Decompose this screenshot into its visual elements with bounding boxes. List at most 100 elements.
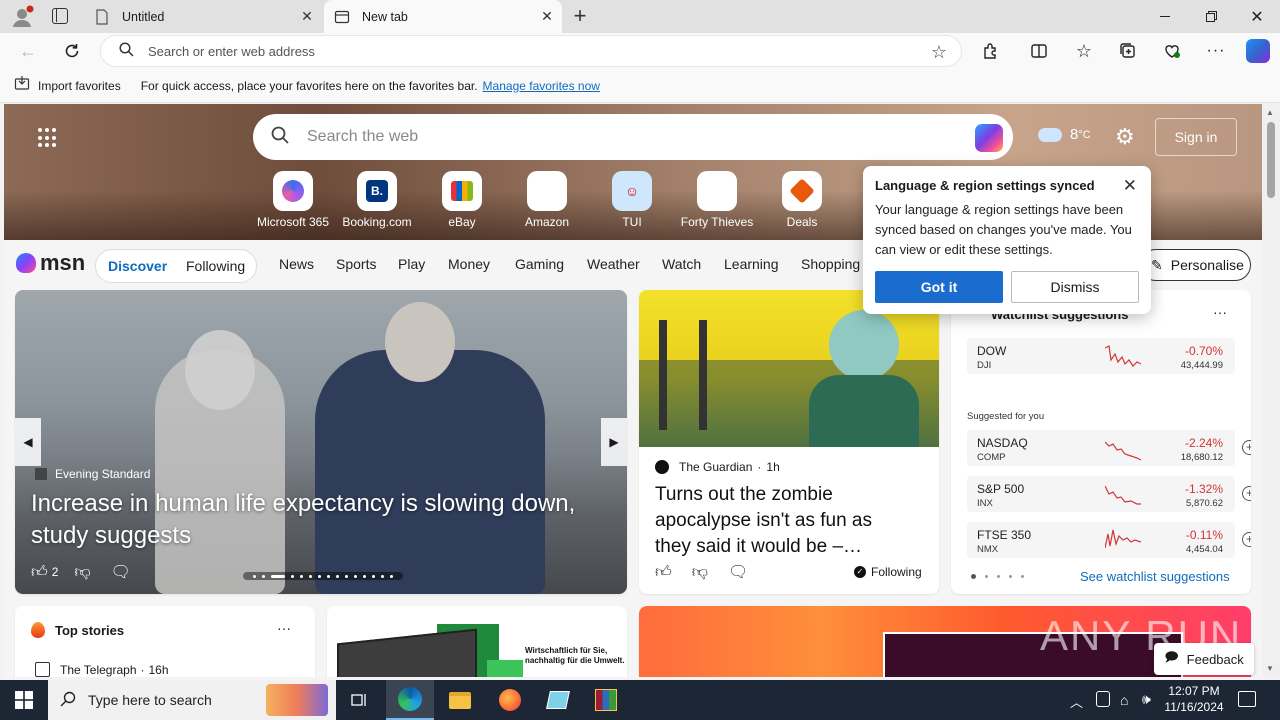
quick-link-booking[interactable]: B. Booking.com	[337, 171, 417, 229]
tray-wifi-icon[interactable]: ⌂	[1120, 692, 1128, 708]
profile-icon[interactable]	[10, 5, 34, 29]
close-tab-icon[interactable]: ✕	[540, 9, 554, 23]
got-it-button[interactable]: Got it	[875, 271, 1003, 303]
task-view-icon[interactable]	[336, 680, 384, 720]
zombie-story-card[interactable]: The Guardian · 1h Turns out the zombie a…	[639, 290, 939, 594]
fire-icon	[31, 622, 45, 638]
restore-button[interactable]	[1188, 0, 1234, 33]
tab-following[interactable]: Following	[186, 258, 245, 274]
nav-shopping[interactable]: Shopping	[801, 256, 860, 272]
tray-chevron-icon[interactable]: ︿	[1070, 692, 1083, 711]
quick-link-amazon[interactable]: a Amazon	[507, 171, 587, 229]
nav-learning[interactable]: Learning	[724, 256, 779, 272]
tab-discover[interactable]: Discover	[108, 258, 167, 274]
add-to-watchlist-icon[interactable]: +	[1242, 532, 1251, 547]
carousel-next-button[interactable]: ▶	[601, 418, 627, 466]
msn-logo[interactable]: msn	[16, 250, 85, 276]
nav-gaming[interactable]: Gaming	[515, 256, 564, 272]
weather-widget[interactable]: 8 °C	[1038, 126, 1091, 143]
collections-icon[interactable]	[1118, 41, 1138, 61]
vertical-scrollbar[interactable]: ▲ ▼	[1262, 104, 1280, 677]
copilot-search-icon[interactable]	[975, 124, 1003, 152]
tray-volume-icon[interactable]: 🕪	[1142, 691, 1151, 708]
address-bar[interactable]: Search or enter web address ☆	[100, 35, 962, 67]
tab-actions-icon[interactable]	[52, 8, 68, 24]
nav-play[interactable]: Play	[398, 256, 425, 272]
nav-weather[interactable]: Weather	[587, 256, 640, 272]
thumbs-up-icon[interactable]: 👍︎	[31, 563, 48, 582]
favorite-star-icon[interactable]: ☆	[931, 42, 947, 63]
quick-link-microsoft365[interactable]: Microsoft 365	[253, 171, 333, 229]
manage-favorites-link[interactable]: Manage favorites now	[483, 79, 600, 93]
notifications-icon[interactable]	[1238, 691, 1256, 707]
favorites-icon[interactable]: ☆	[1074, 41, 1094, 61]
nav-sports[interactable]: Sports	[336, 256, 376, 272]
tab-new-tab[interactable]: New tab ✕	[324, 0, 562, 33]
hide-comments-icon[interactable]: 🗨︎	[728, 562, 748, 582]
dismiss-button[interactable]: Dismiss	[1011, 271, 1139, 303]
stock-row-nasdaq[interactable]: NASDAQ COMP -2.24% 18,680.12 +	[967, 430, 1251, 466]
refresh-icon[interactable]	[62, 41, 82, 61]
nav-money[interactable]: Money	[448, 256, 490, 272]
edge-taskbar-icon[interactable]	[386, 680, 434, 720]
web-search-input[interactable]: Search the web	[253, 114, 1013, 160]
thumbs-down-icon[interactable]: 👎︎	[692, 563, 708, 582]
firefox-icon[interactable]	[486, 680, 534, 720]
top-stories-title[interactable]: Top stories	[55, 623, 124, 638]
tray-network-icon[interactable]	[1096, 691, 1110, 707]
add-to-watchlist-icon[interactable]: +	[1242, 440, 1251, 455]
personalise-button[interactable]: ✎ Personalise	[1140, 249, 1251, 281]
top-stories-more-icon[interactable]: ···	[277, 620, 291, 636]
clock[interactable]: 12:07 PM 11/16/2024	[1164, 683, 1224, 715]
stock-row-dow[interactable]: DOW DJI -0.70% 43,444.99	[967, 338, 1235, 374]
quick-link-ebay[interactable]: eBay	[422, 171, 502, 229]
notepad-icon[interactable]	[534, 680, 582, 720]
thumbs-up-icon[interactable]: 👍︎	[655, 563, 672, 582]
popup-close-icon[interactable]: ✕	[1123, 176, 1137, 196]
settings-gear-icon[interactable]: ⚙	[1115, 124, 1135, 150]
scroll-thumb[interactable]	[1267, 122, 1275, 198]
hero-story-card[interactable]: ◀ ▶ Evening Standard Increase in human l…	[15, 290, 627, 594]
taskbar-search-input[interactable]: Type here to search	[48, 680, 336, 720]
stock-row-sp500[interactable]: S&P 500 INX -1.32% 5,870.62 +	[967, 476, 1251, 512]
ad-card[interactable]: Wirtschaftlich für Sie, nachhaltig für d…	[327, 606, 627, 677]
watchlist-more-icon[interactable]: ···	[1213, 304, 1227, 320]
copilot-icon[interactable]	[1246, 39, 1270, 63]
tab-untitled[interactable]: Untitled ✕	[84, 0, 322, 33]
new-tab-button[interactable]: +	[568, 4, 592, 28]
file-explorer-icon[interactable]	[436, 680, 484, 720]
add-to-watchlist-icon[interactable]: +	[1242, 486, 1251, 501]
sign-in-button[interactable]: Sign in	[1155, 118, 1237, 156]
browser-essentials-icon[interactable]	[1162, 41, 1182, 61]
import-favorites-button[interactable]: Import favorites	[38, 79, 121, 93]
carousel-prev-button[interactable]: ◀	[15, 418, 41, 466]
hero-headline[interactable]: Increase in human life expectancy is slo…	[31, 488, 611, 552]
following-indicator[interactable]: ✓ Following	[854, 565, 922, 579]
extensions-icon[interactable]	[981, 41, 1001, 61]
quick-link-forty-thieves[interactable]: ⚔ Forty Thieves	[677, 171, 757, 229]
minimize-button[interactable]	[1142, 0, 1188, 33]
see-watchlist-link[interactable]: See watchlist suggestions	[1080, 569, 1230, 584]
more-menu-icon[interactable]: ···	[1206, 41, 1226, 61]
close-window-button[interactable]: ✕	[1234, 0, 1280, 33]
winrar-icon[interactable]	[582, 680, 630, 720]
web-search-placeholder: Search the web	[307, 128, 419, 145]
thumbs-down-icon[interactable]: 👎︎	[74, 563, 90, 582]
scroll-up-arrow-icon[interactable]: ▲	[1266, 108, 1274, 117]
quick-link-tui[interactable]: ☺ TUI	[592, 171, 672, 229]
quick-link-deals[interactable]: Deals	[762, 171, 842, 229]
feedback-button[interactable]: 🗩 Feedback	[1154, 643, 1254, 675]
start-button[interactable]	[0, 680, 48, 720]
nav-news[interactable]: News	[279, 256, 314, 272]
comment-icon[interactable]: 🗨︎	[111, 562, 131, 582]
scroll-down-arrow-icon[interactable]: ▼	[1266, 664, 1274, 673]
back-icon[interactable]: ←	[18, 41, 38, 61]
nav-watch[interactable]: Watch	[662, 256, 701, 272]
apps-launcher-icon[interactable]	[38, 128, 58, 148]
stock-change: -0.70%	[1184, 344, 1223, 358]
stock-row-ftse350[interactable]: FTSE 350 NMX -0.11% 4,454.04 +	[967, 522, 1251, 558]
split-screen-icon[interactable]	[1029, 41, 1049, 61]
close-tab-icon[interactable]: ✕	[300, 9, 314, 23]
zombie-headline[interactable]: Turns out the zombie apocalypse isn't as…	[655, 482, 905, 560]
import-favorites-icon[interactable]	[14, 76, 30, 95]
